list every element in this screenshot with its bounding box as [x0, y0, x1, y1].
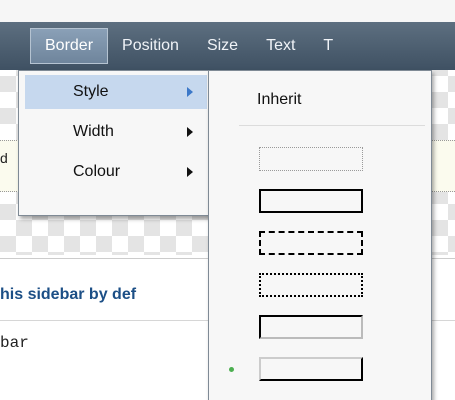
border-swatch-outset [259, 357, 363, 381]
toolbar: Border Position Size Text T [0, 22, 455, 70]
dropdown-item-label: Colour [73, 163, 121, 180]
selected-dot-icon [229, 367, 234, 372]
chevron-right-icon [187, 167, 193, 177]
border-style-option[interactable] [219, 183, 423, 221]
sidebar-code-text: bar [0, 334, 29, 352]
border-dropdown-menu: Style Width Colour [18, 70, 210, 216]
dropdown-item-style[interactable]: Style [25, 75, 207, 109]
dropdown-item-colour[interactable]: Colour [25, 155, 207, 189]
sidebar-heading: his sidebar by def [0, 286, 137, 303]
menu-text[interactable]: Text [252, 28, 309, 64]
border-swatch-dashed [259, 231, 363, 255]
menu-size[interactable]: Size [193, 28, 252, 64]
chevron-right-icon [187, 87, 193, 97]
border-style-option[interactable] [219, 141, 423, 179]
border-swatch-dotted [259, 273, 363, 297]
separator [239, 125, 425, 126]
border-swatch-dotted-light [259, 147, 363, 171]
border-style-option[interactable] [219, 309, 423, 347]
border-style-option[interactable] [219, 225, 423, 263]
menu-border[interactable]: Border [30, 28, 109, 64]
dropdown-item-width[interactable]: Width [25, 115, 207, 149]
menu-t-truncated[interactable]: T [309, 28, 347, 64]
top-strip [0, 0, 455, 22]
style-submenu: Inherit [208, 70, 432, 400]
submenu-item-inherit[interactable]: Inherit [257, 91, 301, 109]
dropdown-item-label: Width [73, 123, 114, 140]
dropdown-item-label: Style [73, 83, 109, 100]
edge-text: d [0, 150, 8, 166]
chevron-right-icon [187, 127, 193, 137]
border-swatch-inset [259, 315, 363, 339]
menu-position[interactable]: Position [108, 28, 193, 64]
border-style-option-selected[interactable] [219, 351, 423, 389]
border-swatch-solid [259, 189, 363, 213]
border-style-option[interactable] [219, 267, 423, 305]
